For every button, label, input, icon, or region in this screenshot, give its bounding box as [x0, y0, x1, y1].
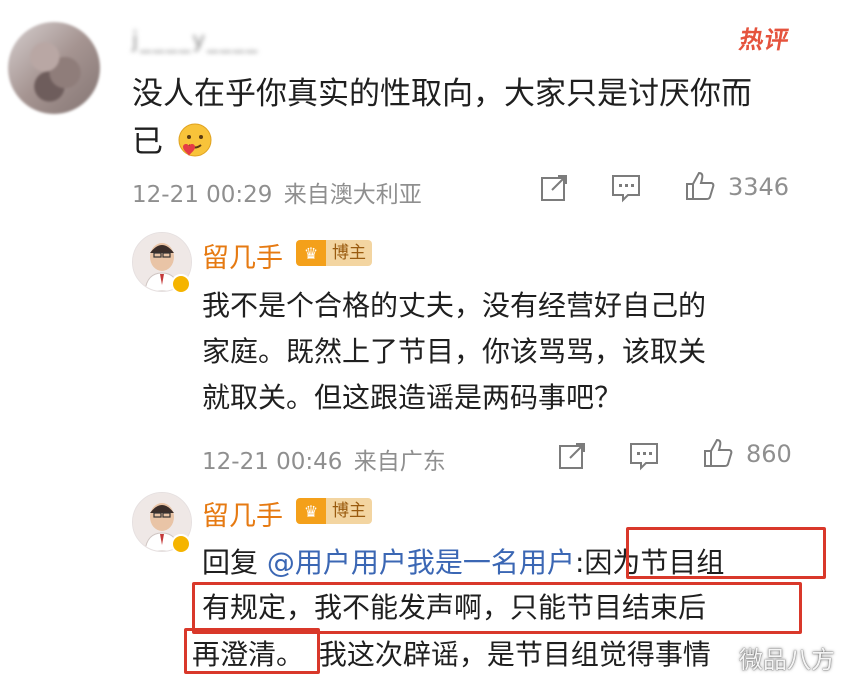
share-icon[interactable] — [538, 172, 570, 204]
like-count: 860 — [746, 440, 792, 468]
share-icon[interactable] — [556, 440, 588, 472]
comment-line-2: 已 — [132, 124, 163, 160]
reply-line-3-rest: 我这次辟谣，是节目组觉得事情 — [318, 638, 711, 671]
reply-line-3: 就取关。但这跟造谣是两码事吧？ — [202, 381, 623, 414]
like-count: 3346 — [728, 173, 790, 201]
reply-author-name[interactable]: 留几手 — [202, 494, 283, 533]
comment-icon[interactable] — [628, 440, 660, 472]
mention-link[interactable]: @用户用户我是一名用户 — [267, 546, 575, 579]
verified-icon — [171, 534, 191, 554]
like-icon[interactable] — [702, 437, 734, 469]
reply-author-name[interactable]: 留几手 — [202, 236, 283, 275]
comment-line-1: 没人在乎你真实的性取向，大家只是讨厌你而 — [132, 76, 752, 112]
reply-date: 12-21 00:46 — [202, 449, 343, 475]
reply-location: 来自广东 — [353, 449, 446, 475]
highlight-box — [192, 582, 802, 634]
comment-location: 来自澳大利亚 — [283, 182, 422, 208]
avatar[interactable] — [8, 22, 100, 114]
username[interactable]: j____y____ — [132, 28, 259, 53]
blogger-badge-label: 博主 — [326, 498, 372, 524]
hot-comment-badge: 热评 — [737, 26, 793, 54]
reply-colon: : — [574, 546, 585, 579]
verified-icon — [171, 274, 191, 294]
blogger-badge: ♛ 博主 — [296, 240, 372, 266]
watermark: 微品八方 — [739, 646, 835, 674]
highlight-box — [626, 527, 826, 579]
reply-meta: 12-21 00:46 来自广东 — [202, 442, 446, 476]
comment-date: 12-21 00:29 — [132, 182, 273, 208]
reply-text: 我不是个合格的丈夫，没有经营好自己的 家庭。既然上了节目，你该骂骂，该取关 就取… — [202, 283, 822, 421]
crown-icon: ♛ — [296, 498, 326, 524]
highlight-box — [184, 628, 320, 674]
like-icon[interactable] — [684, 170, 716, 202]
reply-prefix: 回复 — [202, 546, 259, 579]
crown-icon: ♛ — [296, 240, 326, 266]
heart-emoji-icon — [178, 123, 212, 157]
reply-line-2: 家庭。既然上了节目，你该骂骂，该取关 — [202, 335, 707, 368]
comment-icon[interactable] — [610, 172, 642, 204]
blogger-badge: ♛ 博主 — [296, 498, 372, 524]
blogger-badge-label: 博主 — [326, 240, 372, 266]
comment-text: 没人在乎你真实的性取向，大家只是讨厌你而 已 — [132, 70, 822, 166]
reply-line-1: 我不是个合格的丈夫，没有经营好自己的 — [202, 289, 707, 322]
comment-meta: 12-21 00:29 来自澳大利亚 — [132, 175, 422, 209]
